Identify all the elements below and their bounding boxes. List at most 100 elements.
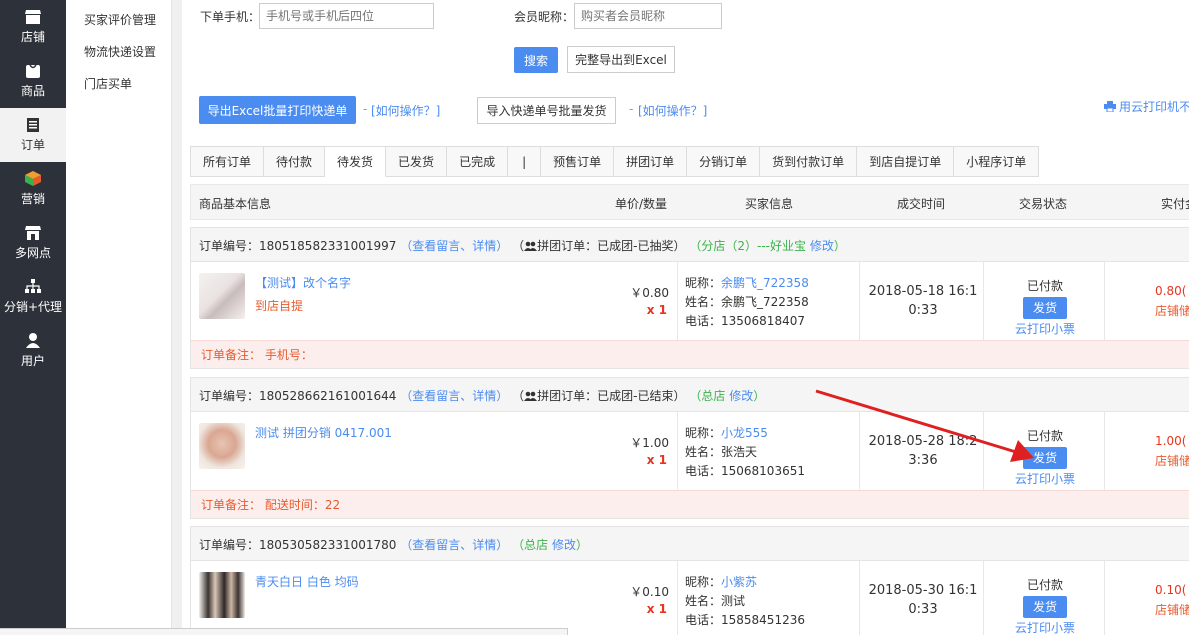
store-balance-label: 店铺储: [1155, 304, 1189, 318]
tab-separator: |: [508, 146, 542, 177]
order-row: 青天白日 白色 均码 ￥0.10 x 1 昵称：小紫苏 姓名：测试 电话：158…: [191, 561, 1189, 635]
shop-info: 总店: [524, 538, 549, 552]
quantity: x 1: [646, 303, 667, 317]
import-ship-button[interactable]: 导入快递单号批量发货: [477, 97, 616, 124]
buyer-name: 姓名：余鹏飞_722358: [685, 295, 809, 309]
pickup-tag: 到店自提: [255, 299, 304, 313]
modify-shop-link[interactable]: 修改: [729, 389, 753, 403]
nav-label: 营销: [20, 192, 45, 206]
subnav-logistics-settings[interactable]: 物流快递设置: [66, 36, 171, 68]
nick-label: 昵称：: [685, 276, 722, 290]
time-line: 0:33: [908, 303, 938, 318]
nickname-label: 会员昵称：: [514, 10, 575, 24]
dash: -: [363, 102, 368, 116]
buyer-name: 姓名：张浩天: [685, 445, 758, 459]
paid-amount: 0.10(: [1155, 583, 1187, 597]
how-to-link-1[interactable]: [如何操作？]: [371, 102, 440, 119]
product-thumbnail[interactable]: [199, 572, 245, 618]
table-header: 商品基本信息 单价/数量 买家信息 成交时间 交易状态 实付金: [190, 184, 1189, 220]
view-detail-link[interactable]: 查看留言、详情: [412, 389, 496, 403]
nav-label: 分销+代理: [3, 300, 63, 314]
nav-item-goods[interactable]: 商品: [0, 54, 66, 108]
nav-label: 多网点: [14, 246, 51, 260]
nav-item-multi-store[interactable]: 多网点: [0, 216, 66, 270]
product-thumbnail[interactable]: [199, 273, 245, 319]
tab-distribution[interactable]: 分销订单: [687, 146, 761, 177]
tab-presale[interactable]: 预售订单: [541, 146, 615, 177]
nav-item-store[interactable]: 店铺: [0, 0, 66, 54]
nav-label: 用户: [20, 354, 45, 368]
tab-store-pickup[interactable]: 到店自提订单: [857, 146, 955, 177]
ship-button[interactable]: 发货: [1023, 297, 1067, 319]
buyer-phone: 电话：15858451236: [685, 613, 805, 627]
printer-icon: [1104, 101, 1116, 113]
nav-item-marketing[interactable]: 营销: [0, 162, 66, 216]
buyer-nick-link[interactable]: 余鹏飞_722358: [721, 276, 809, 290]
col-buyer: 买家信息: [745, 197, 794, 211]
nickname-input[interactable]: [574, 3, 722, 29]
export-all-excel-button[interactable]: 完整导出到Excel: [567, 46, 675, 73]
buyer-info: 昵称：小龙555 姓名：张浩天 电话：15068103651: [685, 424, 805, 481]
product-name-link[interactable]: 【测试】改个名字: [255, 274, 351, 291]
tab-group-buy[interactable]: 拼团订单: [614, 146, 688, 177]
order-row: 【测试】改个名字 到店自提 ￥0.80 x 1 昵称：余鹏飞_722358 姓名…: [191, 262, 1189, 340]
paid-amount: 0.80(: [1155, 284, 1187, 298]
buyer-name: 姓名：测试: [685, 594, 746, 608]
cloud-print-link[interactable]: 用云打印机不: [1104, 98, 1189, 115]
quantity: x 1: [646, 602, 667, 616]
subnav-store-checkout[interactable]: 门店买单: [66, 68, 171, 100]
multi-store-icon: [25, 226, 41, 240]
tab-pending-shipment[interactable]: 待发货: [325, 146, 387, 177]
tab-mini-program[interactable]: 小程序订单: [954, 146, 1040, 177]
cloud-print-receipt-link[interactable]: 云打印小票: [991, 320, 1099, 337]
divider: [172, 0, 182, 635]
col-price-qty: 单价/数量: [615, 197, 668, 211]
tab-all-orders[interactable]: 所有订单: [191, 146, 265, 177]
status-text: 已付款: [1026, 578, 1063, 592]
order-card: 订单编号：180518582331001997 （查看留言、详情） （拼团订单：…: [190, 227, 1189, 369]
buyer-nick-link[interactable]: 小紫苏: [721, 575, 757, 589]
tab-completed[interactable]: 已完成: [447, 146, 509, 177]
buyer-nick-link[interactable]: 小龙555: [721, 426, 768, 440]
product-name-link[interactable]: 测试 拼团分销 0417.001: [255, 424, 392, 441]
export-print-button[interactable]: 导出Excel批量打印快递单: [199, 96, 356, 124]
time-line: 2018-05-30 16:1: [868, 583, 978, 598]
order-row: 测试 拼团分销 0417.001 ￥1.00 x 1 昵称：小龙555 姓名：张…: [191, 412, 1189, 490]
group-order-info: 拼团订单：已成团-已抽奖: [537, 239, 674, 253]
nav-item-distribution[interactable]: 分销+代理: [0, 270, 66, 324]
modify-shop-link[interactable]: 修改: [810, 239, 834, 253]
product-thumbnail[interactable]: [199, 423, 245, 469]
phone-input[interactable]: [259, 3, 434, 29]
search-button[interactable]: 搜索: [514, 47, 558, 73]
subnav-buyer-review[interactable]: 买家评价管理: [66, 4, 171, 36]
unit-price: ￥0.80: [630, 286, 669, 300]
col-status: 交易状态: [1019, 197, 1068, 211]
product-name-link[interactable]: 青天白日 白色 均码: [255, 573, 359, 590]
status-text: 已付款: [1026, 429, 1063, 443]
nav-item-order[interactable]: 订单: [0, 108, 66, 162]
tab-cod[interactable]: 货到付款订单: [760, 146, 858, 177]
user-icon: [26, 333, 40, 348]
cloud-print-receipt-link[interactable]: 云打印小票: [991, 619, 1099, 635]
nick-label: 昵称：: [685, 426, 722, 440]
tab-pending-payment[interactable]: 待付款: [264, 146, 326, 177]
buyer-info: 昵称：小紫苏 姓名：测试 电话：15858451236: [685, 573, 805, 630]
how-to-link-2[interactable]: [如何操作？]: [638, 102, 707, 119]
ship-button[interactable]: 发货: [1023, 447, 1067, 469]
ship-button[interactable]: 发货: [1023, 596, 1067, 618]
order-card: 订单编号：180530582331001780 （查看留言、详情） （总店 修改…: [190, 526, 1189, 635]
tab-shipped[interactable]: 已发货: [386, 146, 448, 177]
col-time: 成交时间: [897, 197, 946, 211]
shop-info: 分店（2）---好业宝: [701, 239, 806, 253]
phone-label: 下单手机：: [200, 10, 261, 24]
goods-icon: [26, 64, 40, 78]
dash: -: [629, 102, 634, 116]
modify-shop-link[interactable]: 修改: [552, 538, 576, 552]
buyer-phone: 电话：15068103651: [685, 464, 805, 478]
deal-time: 2018-05-30 16:1 0:33: [863, 581, 983, 619]
view-detail-link[interactable]: 查看留言、详情: [412, 538, 496, 552]
cloud-print-receipt-link[interactable]: 云打印小票: [991, 470, 1099, 487]
paid-amount: 1.00(: [1155, 434, 1187, 448]
view-detail-link[interactable]: 查看留言、详情: [412, 239, 496, 253]
nav-item-user[interactable]: 用户: [0, 324, 66, 378]
